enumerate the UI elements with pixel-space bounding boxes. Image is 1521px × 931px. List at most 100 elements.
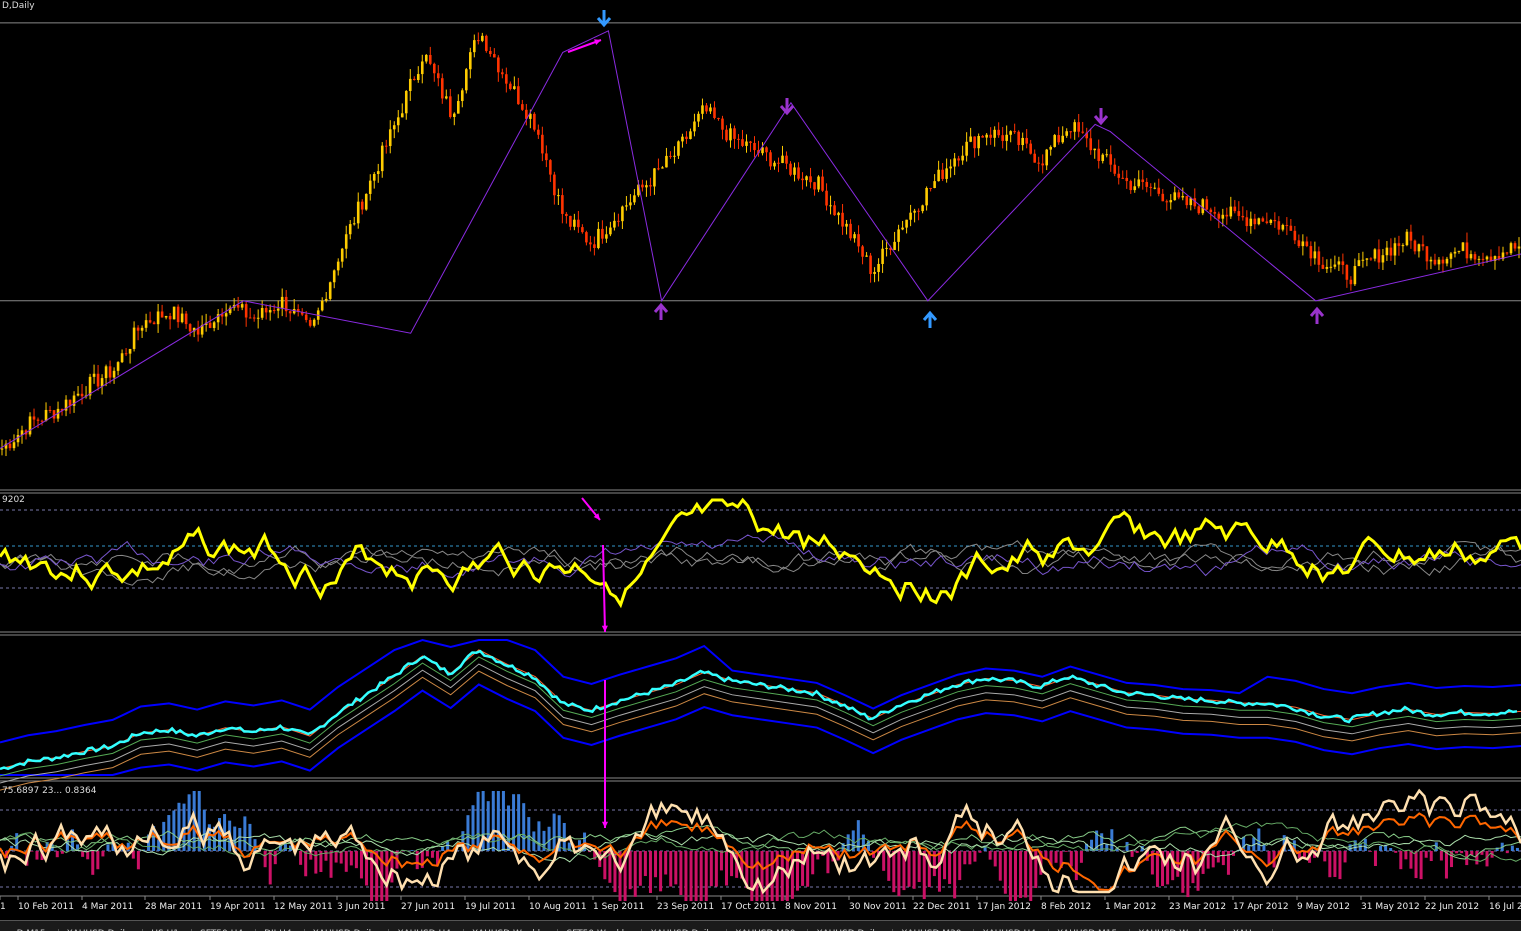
candle-body <box>397 117 400 125</box>
time-axis-label: 8 Nov 2011 <box>785 902 837 912</box>
candle-body <box>1254 219 1257 225</box>
candle-body <box>765 147 768 152</box>
candle-body <box>105 366 108 378</box>
candle-body <box>641 185 644 188</box>
candle-body <box>977 136 980 148</box>
candle-body <box>1422 244 1425 246</box>
histogram-bar <box>973 851 976 862</box>
histogram-bar <box>274 851 277 864</box>
time-axis-label: 22 Jun 2012 <box>1425 902 1479 912</box>
candle-body <box>553 175 556 196</box>
candle-body <box>273 310 276 311</box>
candle-body <box>549 160 552 174</box>
candle-body <box>1450 253 1453 258</box>
candle-body <box>677 141 680 155</box>
candle-body <box>1466 242 1469 258</box>
histogram-bar <box>1222 851 1225 865</box>
candle-body <box>417 74 420 80</box>
histogram-bar <box>269 851 272 884</box>
candle-body <box>353 223 356 224</box>
candle-body <box>1069 131 1072 132</box>
histogram-bar <box>639 851 642 886</box>
chart-title: D,Daily <box>2 1 35 11</box>
candle-body <box>1366 258 1369 259</box>
candle-body <box>385 146 388 147</box>
candle-body <box>1318 251 1321 264</box>
time-axis-label: 27 Jun 2011 <box>401 902 455 912</box>
histogram-bar <box>553 814 556 851</box>
candle-body <box>925 188 928 205</box>
candle-body <box>853 234 856 238</box>
histogram-bar <box>629 851 632 889</box>
histogram-bar <box>1333 851 1336 877</box>
candle-body <box>349 224 352 234</box>
candle-body <box>269 310 272 312</box>
candle-body <box>1446 259 1449 264</box>
osc1-aux-line <box>0 541 1521 585</box>
candle-body <box>161 311 164 317</box>
histogram-bar <box>411 850 414 851</box>
candle-body <box>49 410 52 411</box>
candle-body <box>1121 178 1124 179</box>
candle-body <box>537 130 540 135</box>
histogram-bar <box>791 851 794 899</box>
candle-body <box>1005 135 1008 141</box>
candle-body <box>1382 255 1385 262</box>
histogram-bar <box>1004 851 1007 894</box>
candle-body <box>849 224 852 238</box>
candle-body <box>1334 265 1337 267</box>
candle-body <box>713 107 716 117</box>
time-axis-label: 16 Jul 2 <box>1489 902 1521 912</box>
candle-body <box>1398 243 1401 246</box>
candle-body <box>1157 188 1160 194</box>
candle-body <box>1197 206 1200 213</box>
histogram-bar <box>1156 851 1159 887</box>
chart-tabs-bar[interactable]: ...D,M15XAUUSD,DailyUS,H1SFT50,H4DJI,H4X… <box>0 920 1521 931</box>
anno-price-arrow-head <box>594 39 601 45</box>
histogram-bar <box>1019 851 1022 898</box>
histogram-bar <box>335 851 338 863</box>
candle-body <box>697 114 700 122</box>
candle-body <box>1013 131 1016 132</box>
histogram-bar <box>1207 851 1210 869</box>
histogram-bar <box>238 828 241 851</box>
histogram-bar <box>340 851 343 864</box>
histogram-bar <box>563 823 566 851</box>
candle-body <box>1294 231 1297 241</box>
histogram-bar <box>923 851 926 899</box>
candle-body <box>1077 122 1080 132</box>
histogram-bar <box>953 851 956 898</box>
candle-body <box>1218 214 1221 219</box>
histogram-bar <box>1399 851 1402 869</box>
candle-body <box>1133 186 1136 190</box>
candle-body <box>821 177 824 191</box>
candle-body <box>833 205 836 215</box>
candle-body <box>321 301 324 311</box>
candle-body <box>277 309 280 311</box>
candle-body <box>1338 261 1341 264</box>
histogram-bar <box>847 834 850 851</box>
candle-body <box>1213 212 1216 214</box>
candle-body <box>1394 243 1397 255</box>
candle-body <box>425 55 428 61</box>
candle-body <box>749 142 752 143</box>
candle-body <box>393 125 396 129</box>
histogram-bar <box>106 844 109 851</box>
candle-body <box>1402 245 1405 246</box>
time-axis-label: 23 Mar 2012 <box>1169 902 1226 912</box>
histogram-bar <box>1009 851 1012 901</box>
candle-body <box>1414 241 1417 252</box>
candle-body <box>453 114 456 117</box>
candle-body <box>493 54 496 57</box>
candle-body <box>1205 199 1208 209</box>
histogram-bar <box>1369 851 1372 852</box>
candle-body <box>1113 165 1116 174</box>
candle-body <box>169 316 172 319</box>
candle-body <box>329 282 332 299</box>
histogram-bar <box>243 816 246 851</box>
candle-body <box>505 74 508 83</box>
histogram-bar <box>989 851 992 860</box>
candle-body <box>481 36 484 41</box>
candle-body <box>97 374 100 387</box>
candle-body <box>253 318 256 319</box>
